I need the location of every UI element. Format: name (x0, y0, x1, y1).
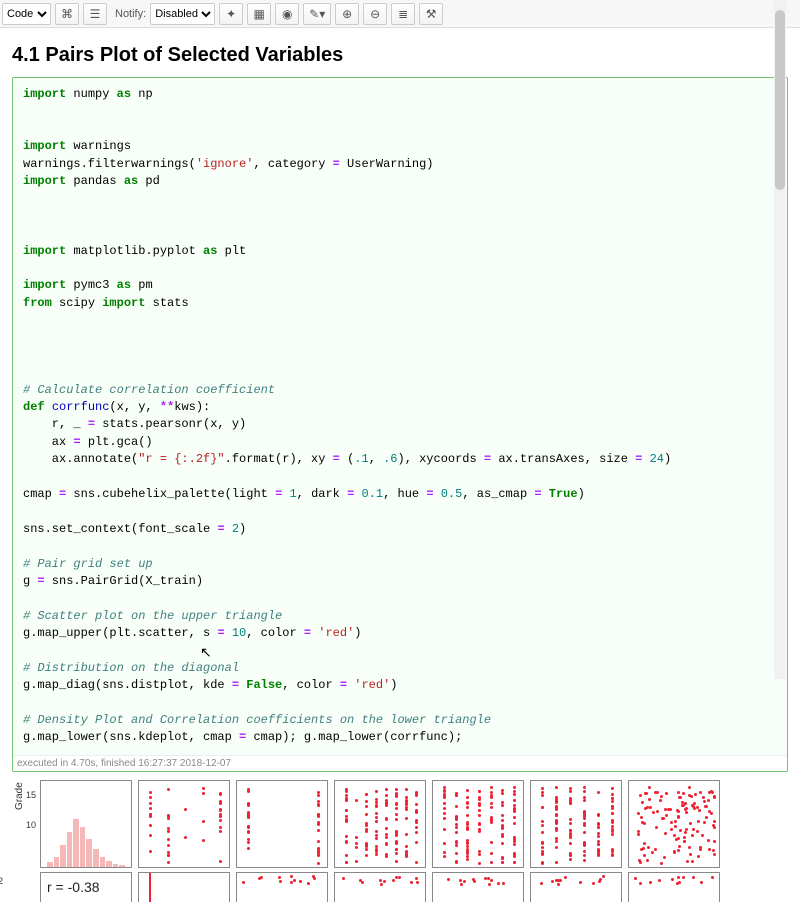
correlation-label: r = -0.38 (47, 879, 100, 895)
notify-label: Notify: (115, 8, 146, 20)
tool-button[interactable]: ⚒ (419, 3, 443, 25)
pairgrid-panel-1-1 (40, 780, 132, 868)
toggle-toolbar-button[interactable]: ☰ (83, 3, 107, 25)
pairgrid-panel-1-6 (530, 780, 622, 868)
execution-status: executed in 4.70s, finished 16:27:37 201… (13, 755, 787, 771)
row2-ytick: 2 (0, 876, 3, 886)
pairgrid-panel-2-7 (628, 872, 720, 902)
zoom-out-button[interactable]: ⊖ (363, 3, 387, 25)
ytick-10: 10 (26, 820, 36, 830)
pairgrid-panel-1-4 (334, 780, 426, 868)
ext-button-1[interactable]: ✦ (219, 3, 243, 25)
cmd-palette-button[interactable]: ⌘ (55, 3, 79, 25)
ytick-15: 15 (26, 790, 36, 800)
brush-button[interactable]: ✎▾ (303, 3, 331, 25)
preview-button[interactable]: ◉ (275, 3, 299, 25)
code-cell[interactable]: import numpy as np import warnings warni… (12, 77, 788, 772)
page-scrollbar[interactable] (774, 0, 786, 679)
pairgrid-row-1: Grade 15 10 (12, 772, 788, 868)
section-heading: 4.1 Pairs Plot of Selected Variables (12, 44, 788, 67)
pairgrid-panel-2-5 (432, 872, 524, 902)
pairgrid-row-2: 2 r = -0.38 (12, 868, 788, 902)
pairgrid-panel-2-4 (334, 872, 426, 902)
pairgrid-panel-2-2 (138, 872, 230, 902)
pairgrid-panel-2-6 (530, 872, 622, 902)
scrollbar-thumb[interactable] (775, 10, 785, 190)
notify-select[interactable]: Disabled (150, 3, 215, 25)
pairgrid-panel-1-2 (138, 780, 230, 868)
zoom-in-button[interactable]: ⊕ (335, 3, 359, 25)
list-button[interactable]: ≣ (391, 3, 415, 25)
cell-type-select[interactable]: Code (2, 3, 51, 25)
ext-button-2[interactable]: ▦ (247, 3, 271, 25)
pairgrid-panel-2-3 (236, 872, 328, 902)
notebook-toolbar: Code ⌘ ☰ Notify: Disabled ✦ ▦ ◉ ✎▾ ⊕ ⊖ ≣… (0, 0, 800, 28)
pairgrid-panel-1-7 (628, 780, 720, 868)
pairgrid-panel-2-1: r = -0.38 (40, 872, 132, 902)
pairgrid-panel-1-3 (236, 780, 328, 868)
pairgrid-panel-1-5 (432, 780, 524, 868)
y-axis-label: Grade (14, 782, 25, 810)
code-editor[interactable]: import numpy as np import warnings warni… (13, 78, 787, 755)
